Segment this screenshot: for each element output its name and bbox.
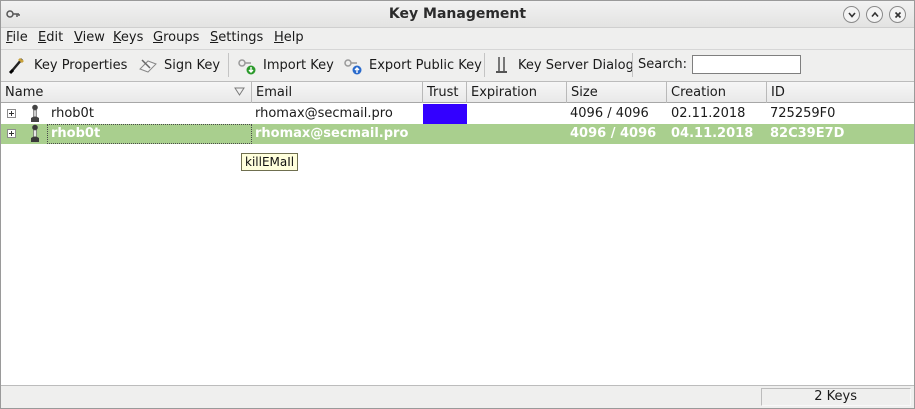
menu-help[interactable]: Help bbox=[274, 30, 304, 45]
menu-edit[interactable]: Edit bbox=[38, 30, 63, 45]
toolbar: Key Properties Sign Key Import Key Expor… bbox=[1, 49, 914, 79]
sort-indicator-icon bbox=[234, 87, 245, 96]
table-header: Name Email Trust Expiration Size Creatio… bbox=[1, 82, 914, 103]
title-bar: Key Management bbox=[1, 1, 914, 28]
key-size: 4096 / 4096 bbox=[570, 126, 657, 141]
key-name: rhob0t bbox=[51, 126, 101, 141]
key-id: 725259F0 bbox=[770, 106, 836, 121]
key-name: rhob0t bbox=[51, 106, 94, 121]
key-count-status: 2 Keys bbox=[761, 388, 911, 406]
close-button[interactable] bbox=[889, 6, 906, 23]
maximize-button[interactable] bbox=[866, 6, 883, 23]
sign-key-button[interactable]: Sign Key bbox=[138, 54, 220, 76]
key-properties-label: Key Properties bbox=[34, 57, 128, 73]
keypair-icon bbox=[31, 104, 39, 122]
window-title: Key Management bbox=[388, 6, 527, 22]
import-key-label: Import Key bbox=[263, 57, 334, 73]
export-public-key-label: Export Public Key bbox=[369, 57, 482, 73]
menu-settings[interactable]: Settings bbox=[210, 30, 263, 45]
key-server-dialog-label: Key Server Dialog bbox=[518, 57, 634, 73]
import-key-button[interactable]: Import Key bbox=[237, 54, 334, 76]
menu-bar: File Edit View Keys Groups Settings Help bbox=[1, 28, 914, 48]
search-label: Search: bbox=[638, 57, 688, 72]
column-header-size[interactable]: Size bbox=[567, 82, 667, 103]
key-size: 4096 / 4096 bbox=[570, 106, 649, 121]
toolbar-separator bbox=[228, 53, 229, 77]
export-public-key-button[interactable]: Export Public Key bbox=[343, 54, 482, 76]
chevron-down-icon bbox=[848, 12, 856, 18]
sign-icon bbox=[139, 59, 157, 73]
column-header-id[interactable]: ID bbox=[767, 82, 911, 103]
trust-indicator bbox=[423, 104, 467, 124]
key-email: rhomax@secmail.pro bbox=[255, 106, 393, 121]
close-icon bbox=[894, 11, 902, 19]
toolbar-separator bbox=[632, 53, 633, 77]
expand-toggle[interactable] bbox=[7, 129, 16, 138]
toolbar-separator bbox=[484, 53, 485, 77]
import-key-icon bbox=[238, 59, 256, 75]
key-properties-button[interactable]: Key Properties bbox=[8, 54, 127, 76]
table-row-selected[interactable]: rhob0t rhomax@secmail.pro 4096 / 4096 04… bbox=[1, 124, 914, 144]
column-header-name[interactable]: Name bbox=[1, 82, 252, 103]
key-id: 82C39E7D bbox=[770, 126, 845, 141]
column-header-creation[interactable]: Creation bbox=[667, 82, 767, 103]
keypair-icon bbox=[31, 124, 39, 142]
table-row[interactable]: rhob0t rhomax@secmail.pro 4096 / 4096 02… bbox=[1, 104, 914, 124]
menu-view[interactable]: View bbox=[74, 30, 105, 45]
key-list-table[interactable]: Name Email Trust Expiration Size Creatio… bbox=[1, 81, 914, 386]
key-email: rhomax@secmail.pro bbox=[255, 126, 409, 141]
chevron-up-icon bbox=[871, 11, 879, 18]
menu-keys[interactable]: Keys bbox=[113, 30, 143, 45]
minimize-button[interactable] bbox=[843, 6, 860, 23]
search-input[interactable] bbox=[692, 55, 801, 74]
brush-pen-icon bbox=[8, 58, 24, 75]
column-header-expiration[interactable]: Expiration bbox=[467, 82, 567, 103]
tooltip: killEMaIl bbox=[241, 153, 299, 171]
key-creation: 02.11.2018 bbox=[671, 106, 746, 121]
key-management-window: Key Management File Edit View Keys Group… bbox=[0, 0, 915, 409]
key-server-icon bbox=[496, 57, 507, 73]
expand-toggle[interactable] bbox=[7, 109, 16, 118]
menu-groups[interactable]: Groups bbox=[153, 30, 199, 45]
status-bar: 2 Keys bbox=[1, 387, 914, 408]
column-header-trust[interactable]: Trust bbox=[423, 82, 467, 103]
column-header-email[interactable]: Email bbox=[252, 82, 423, 103]
sign-key-label: Sign Key bbox=[164, 57, 221, 73]
menu-file[interactable]: File bbox=[6, 30, 28, 45]
key-creation: 04.11.2018 bbox=[671, 126, 754, 141]
key-server-dialog-button[interactable]: Key Server Dialog bbox=[492, 54, 634, 76]
export-key-icon bbox=[344, 59, 362, 75]
